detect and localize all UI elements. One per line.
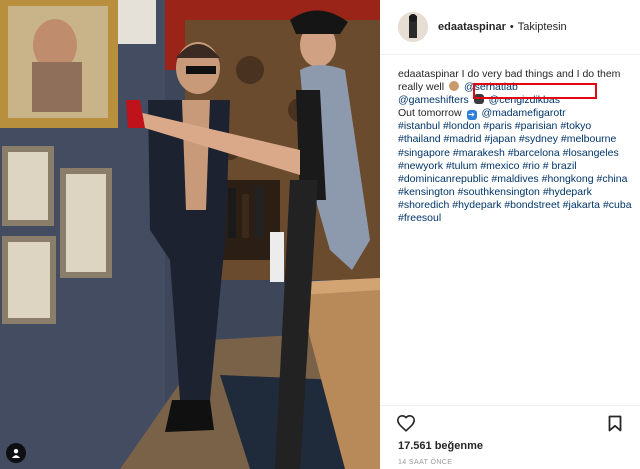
hashtag-link[interactable]: #singapore bbox=[398, 147, 450, 159]
hashtag-link[interactable]: #bondstreet bbox=[504, 199, 559, 211]
post-image bbox=[0, 0, 380, 469]
hashtag-link[interactable]: #cuba bbox=[603, 199, 632, 211]
post-header: edaataspinar • Takiptesin bbox=[380, 0, 640, 55]
hashtag-link[interactable]: #maldives bbox=[491, 173, 538, 185]
hashtag-link[interactable]: #jakarta bbox=[563, 199, 600, 211]
mention-highlight-box bbox=[473, 83, 597, 99]
hashtag-link[interactable]: #tulum bbox=[446, 160, 478, 172]
hashtag-link[interactable]: #rio bbox=[522, 160, 540, 172]
post-photo[interactable] bbox=[0, 0, 380, 469]
hashtag-link[interactable]: #hongkong bbox=[542, 173, 594, 185]
post-details-panel: edaataspinar • Takiptesin edaataspinar I… bbox=[380, 0, 640, 469]
hashtag-link[interactable]: #madrid bbox=[444, 133, 482, 145]
user-tag-icon[interactable] bbox=[6, 443, 26, 463]
caption-out-text: Out tomorrow bbox=[398, 107, 462, 120]
hashtag-link[interactable]: #london bbox=[443, 120, 480, 132]
avatar[interactable] bbox=[398, 12, 428, 42]
header-separator: • bbox=[509, 21, 514, 33]
emoji-face-icon bbox=[449, 81, 460, 92]
hashtag-link[interactable]: #southkensington bbox=[458, 186, 540, 198]
hashtag-link[interactable]: #kensington bbox=[398, 186, 455, 198]
bookmark-icon[interactable] bbox=[608, 415, 622, 437]
likes-count[interactable]: 17.561 beğenme bbox=[398, 440, 483, 452]
caption-username[interactable]: edaataspinar bbox=[398, 68, 459, 80]
mention-link[interactable]: @gameshifters bbox=[398, 94, 469, 106]
hashtag-link[interactable]: #freesoul bbox=[398, 212, 441, 224]
follow-status[interactable]: Takiptesin bbox=[518, 21, 567, 33]
post-actions bbox=[380, 405, 640, 445]
heart-icon[interactable] bbox=[396, 414, 416, 437]
hashtag-link[interactable]: #istanbul bbox=[398, 120, 440, 132]
mention-link[interactable]: @madamefigarotr bbox=[481, 107, 565, 119]
hashtag-link[interactable]: #losangeles bbox=[563, 147, 619, 159]
hashtag-link[interactable]: #newyork bbox=[398, 160, 443, 172]
arrow-right-icon: ➔ bbox=[466, 110, 477, 121]
post-timestamp: 14 SAAT ÖNCE bbox=[398, 459, 453, 466]
hashtag-link[interactable]: #paris bbox=[483, 120, 512, 132]
hashtag-link[interactable]: #mexico bbox=[480, 160, 519, 172]
hashtag-link[interactable]: #tokyo bbox=[560, 120, 591, 132]
hashtag-link[interactable]: #barcelona bbox=[508, 147, 560, 159]
hashtag-link[interactable]: #sydney bbox=[519, 133, 558, 145]
header-username[interactable]: edaataspinar bbox=[438, 21, 506, 33]
hashtag-link[interactable]: #hydepark bbox=[543, 186, 592, 198]
hashtag-link[interactable]: #melbourne bbox=[561, 133, 616, 145]
hashtag-link[interactable]: #marakesh bbox=[453, 147, 505, 159]
hashtag-link[interactable]: #hydepark bbox=[452, 199, 501, 211]
hashtag-link[interactable]: #dominicanrepublic bbox=[398, 173, 488, 185]
hashtag-link[interactable]: #japan bbox=[484, 133, 516, 145]
hashtag-link[interactable]: # brazil bbox=[543, 160, 577, 172]
hashtag-link[interactable]: #thailand bbox=[398, 133, 441, 145]
hashtag-link[interactable]: #parisian bbox=[515, 120, 558, 132]
hashtag-link[interactable]: #china bbox=[597, 173, 628, 185]
hashtag-link[interactable]: #shoredich bbox=[398, 199, 449, 211]
hashtag-list: #istanbul #london #paris #parisian #toky… bbox=[398, 120, 632, 224]
